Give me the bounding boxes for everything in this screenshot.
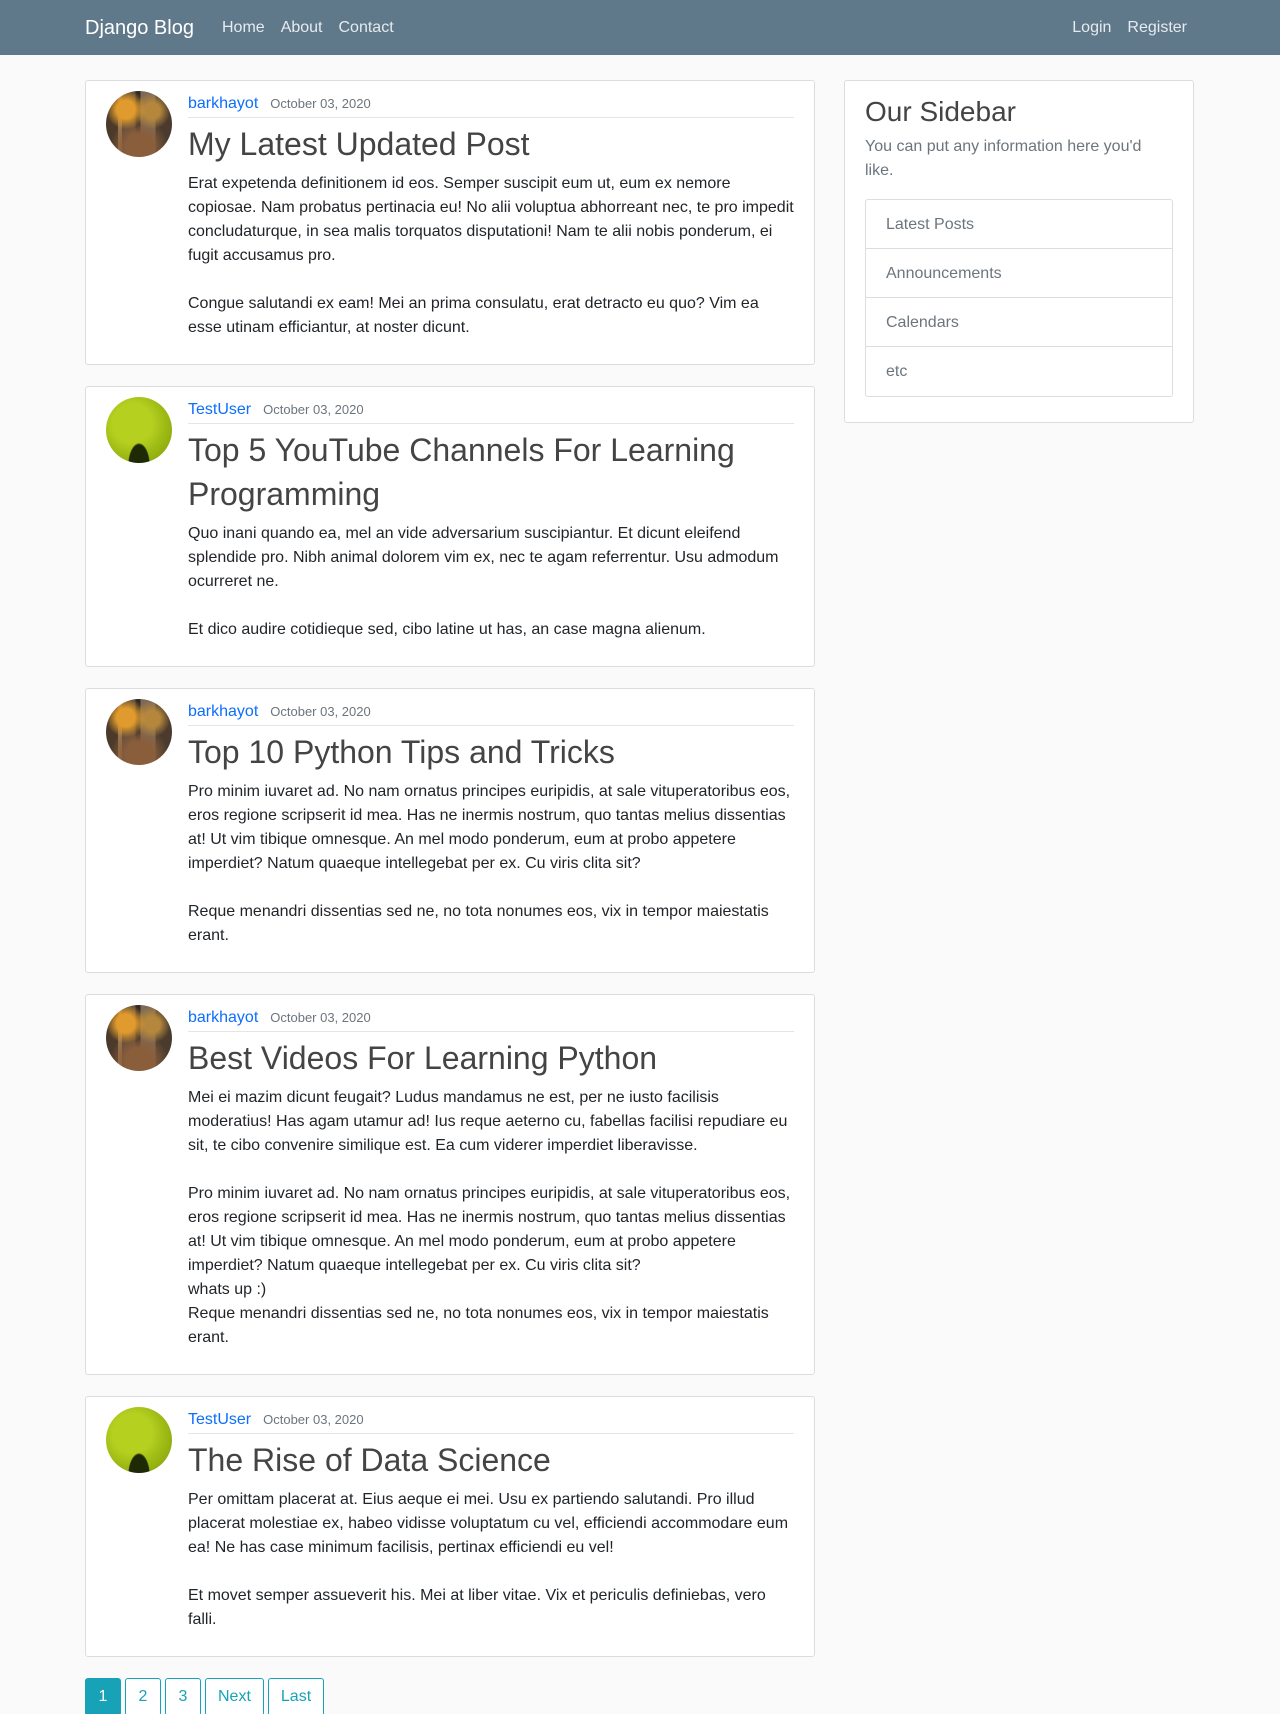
page-2-button[interactable]: 2 [125,1678,161,1714]
author-avatar [106,1407,172,1473]
post-meta: TestUser October 03, 2020 [188,1409,794,1434]
post-title-link[interactable]: Top 5 YouTube Channels For Learning Prog… [188,428,794,516]
navbar: Django Blog Home About Contact Login Reg… [0,0,1280,55]
author-avatar [106,1005,172,1071]
post-title-link[interactable]: Best Videos For Learning Python [188,1036,794,1080]
post-paragraph: Per omittam placerat at. Eius aeque ei m… [188,1491,789,1556]
pagination: 1 2 3 Next Last [85,1678,815,1714]
post-author-link[interactable]: barkhayot [188,701,258,723]
sidebar-item-calendars[interactable]: Calendars [866,298,1172,347]
post-paragraph: Congue salutandi ex eam! Mei an prima co… [188,295,759,336]
last-page-button[interactable]: Last [267,1678,325,1714]
post-date: October 03, 2020 [270,96,371,111]
nav-about-link[interactable]: About [281,17,323,39]
sidebar-list: Latest Posts Announcements Calendars etc [865,199,1173,397]
sidebar-item-announcements[interactable]: Announcements [866,249,1172,298]
post-author-link[interactable]: TestUser [188,1409,251,1431]
post-date: October 03, 2020 [270,704,371,719]
post-card: TestUser October 03, 2020 Top 5 YouTube … [85,386,815,667]
sidebar-item-etc[interactable]: etc [866,347,1172,396]
sidebar-item-latest-posts[interactable]: Latest Posts [866,200,1172,249]
post-date: October 03, 2020 [263,1412,364,1427]
nav-right: Login Register [1072,17,1187,39]
post-meta: TestUser October 03, 2020 [188,399,794,424]
post-paragraph: Pro minim iuvaret ad. No nam ornatus pri… [188,1185,791,1346]
author-avatar [106,699,172,765]
author-avatar [106,91,172,157]
post-title-link[interactable]: The Rise of Data Science [188,1438,794,1482]
post-paragraph: Quo inani quando ea, mel an vide adversa… [188,525,779,590]
sidebar-description: You can put any information here you'd l… [865,138,1142,179]
post-title-link[interactable]: My Latest Updated Post [188,122,794,166]
page-3-button[interactable]: 3 [165,1678,201,1714]
next-page-button[interactable]: Next [205,1678,264,1714]
sidebar: Our Sidebar You can put any information … [844,80,1194,423]
post-meta: barkhayot October 03, 2020 [188,93,794,118]
post-list: barkhayot October 03, 2020 My Latest Upd… [85,80,815,1714]
nav-login-link[interactable]: Login [1072,17,1111,39]
post-card: barkhayot October 03, 2020 Best Videos F… [85,994,815,1375]
post-paragraph: Reque menandri dissentias sed ne, no tot… [188,903,769,944]
post-paragraph: Erat expetenda definitionem id eos. Semp… [188,175,794,264]
post-meta: barkhayot October 03, 2020 [188,1007,794,1032]
post-card: barkhayot October 03, 2020 Top 10 Python… [85,688,815,973]
brand-link[interactable]: Django Blog [85,14,194,42]
post-author-link[interactable]: barkhayot [188,93,258,115]
post-card: barkhayot October 03, 2020 My Latest Upd… [85,80,815,365]
post-date: October 03, 2020 [263,402,364,417]
post-paragraph: Et dico audire cotidieque sed, cibo lati… [188,621,706,638]
post-title-link[interactable]: Top 10 Python Tips and Tricks [188,730,794,774]
author-avatar [106,397,172,463]
post-meta: barkhayot October 03, 2020 [188,701,794,726]
post-paragraph: Mei ei mazim dicunt feugait? Ludus manda… [188,1089,788,1154]
post-card: TestUser October 03, 2020 The Rise of Da… [85,1396,815,1657]
post-author-link[interactable]: barkhayot [188,1007,258,1029]
page-1-button[interactable]: 1 [85,1678,121,1714]
sidebar-title: Our Sidebar [865,96,1016,127]
post-date: October 03, 2020 [270,1010,371,1025]
post-paragraph: Et movet semper assueverit his. Mei at l… [188,1587,766,1628]
nav-contact-link[interactable]: Contact [339,17,394,39]
nav-home-link[interactable]: Home [222,17,265,39]
nav-left: Home About Contact [222,17,394,39]
post-author-link[interactable]: TestUser [188,399,251,421]
nav-register-link[interactable]: Register [1127,17,1187,39]
post-paragraph: Pro minim iuvaret ad. No nam ornatus pri… [188,783,791,872]
